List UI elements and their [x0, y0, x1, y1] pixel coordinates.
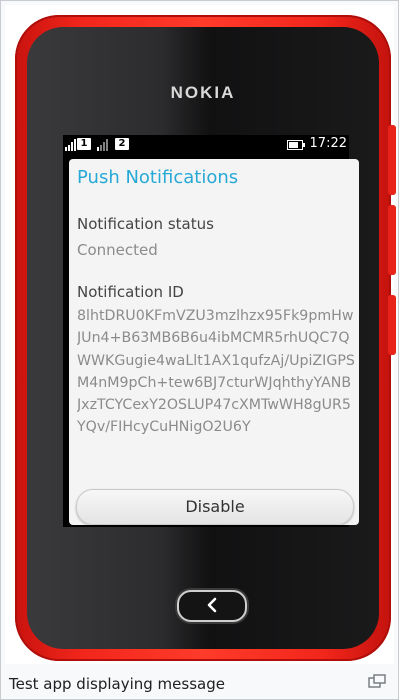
clock: 17:22 [309, 136, 347, 151]
camera-key [388, 295, 396, 355]
status-value: Connected [77, 241, 158, 259]
battery-icon [287, 140, 305, 150]
id-label: Notification ID [77, 283, 184, 301]
signal2-icon [97, 139, 108, 151]
dialog-title: Push Notifications [77, 167, 239, 188]
chevron-left-icon [207, 597, 217, 613]
phone-body: NOKIA 1 2 17:22 Push Notifications Notif… [15, 15, 396, 661]
phone-screen: 1 2 17:22 Push Notifications Notificatio… [63, 135, 359, 527]
brand-logo: NOKIA [170, 83, 236, 102]
signal-icon [65, 139, 76, 151]
thumbnail-frame: NOKIA 1 2 17:22 Push Notifications Notif… [0, 0, 399, 700]
id-value: 8lhtDRU0KFmVZU3mzlhzx95Fk9pmHwJUn4+B63MB… [77, 308, 355, 436]
magnify-icon[interactable] [368, 674, 386, 688]
status-label: Notification status [77, 215, 214, 233]
lock-key [388, 205, 396, 275]
volume-key [388, 125, 396, 195]
image-caption: Test app displaying message [9, 675, 225, 693]
disable-button[interactable]: Disable [76, 489, 354, 525]
push-notifications-dialog: Push Notifications Notification status C… [69, 159, 359, 525]
status-bar: 1 2 17:22 [63, 135, 349, 155]
back-button[interactable] [177, 590, 247, 622]
sim2-badge: 2 [115, 138, 129, 150]
sim1-badge: 1 [77, 138, 91, 150]
phone-face: NOKIA 1 2 17:22 Push Notifications Notif… [27, 27, 379, 649]
